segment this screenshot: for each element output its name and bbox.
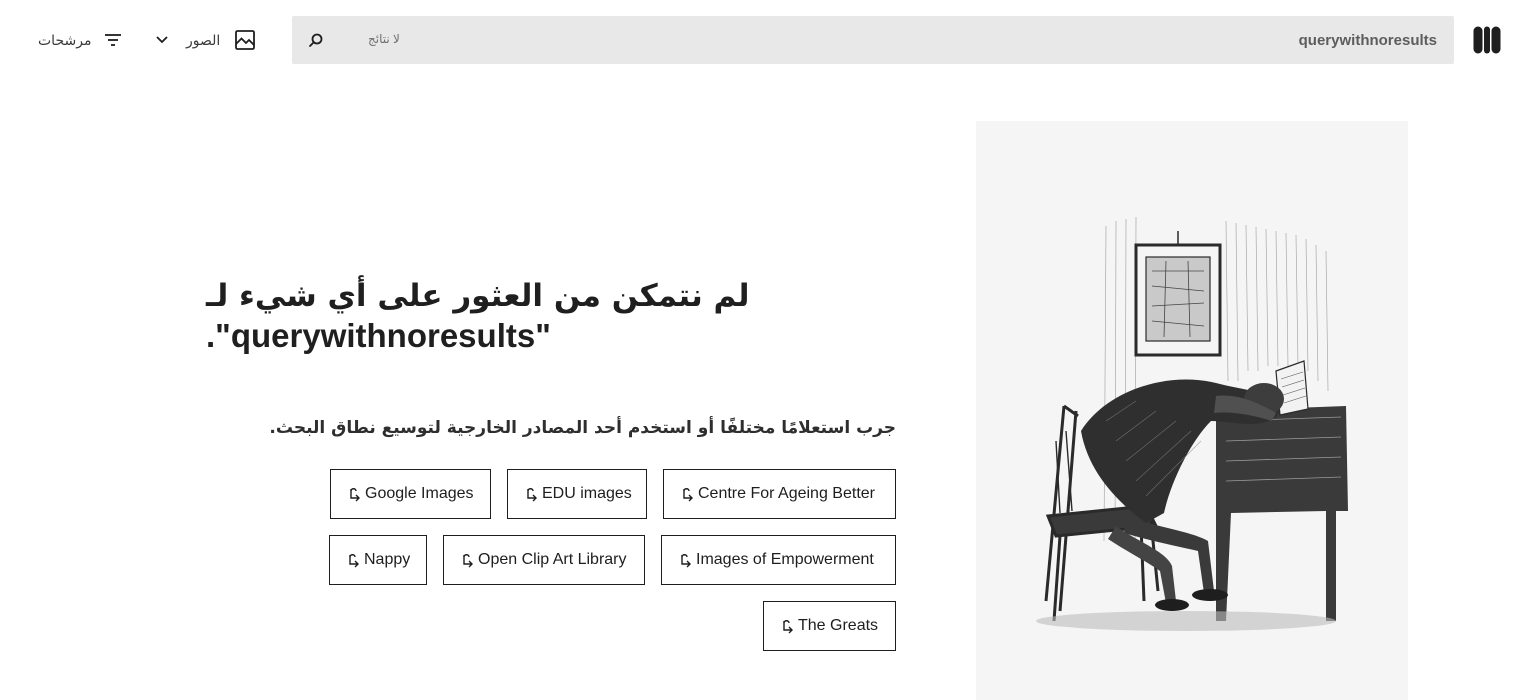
source-button-label: Images of Empowerment	[696, 551, 874, 568]
external-link-icon	[681, 554, 691, 568]
no-results-illustration	[976, 121, 1408, 700]
external-link-icon	[463, 554, 473, 568]
no-results-heading: لم نتمكن من العثور على أي شيء لـ "queryw…	[206, 276, 766, 356]
external-link-icon	[350, 488, 360, 502]
source-button-label: EDU images	[542, 485, 632, 502]
filters-button[interactable]: مرشحات	[38, 28, 123, 52]
external-link-icon	[527, 488, 537, 502]
source-button-edu-images[interactable]: EDU images	[507, 469, 647, 519]
filter-icon	[105, 34, 122, 46]
search-icon[interactable]	[306, 30, 326, 50]
chevron-down-icon	[156, 36, 168, 44]
no-results-query: "querywithnoresults".	[206, 317, 551, 354]
image-icon	[235, 30, 256, 50]
filters-label: مرشحات	[38, 31, 92, 48]
source-button-label: Nappy	[364, 551, 411, 568]
search-input[interactable]: querywithnoresults	[1299, 32, 1437, 49]
source-button-centre-for-ageing-better[interactable]: Centre For Ageing Better	[663, 469, 896, 519]
source-button-label: Google Images	[365, 485, 474, 502]
search-bar[interactable]: querywithnoresults لا نتائج	[292, 16, 1454, 64]
page: querywithnoresults لا نتائج الصور مرشحات…	[0, 0, 1536, 700]
logo-icon[interactable]	[1473, 26, 1501, 54]
external-link-icon	[683, 488, 693, 502]
content-type-select[interactable]: الصور	[152, 28, 256, 52]
source-button-label: Centre For Ageing Better	[698, 485, 875, 502]
content-type-label: الصور	[186, 31, 221, 48]
source-button-label: Open Clip Art Library	[478, 551, 627, 568]
external-link-icon	[783, 620, 793, 634]
no-results-heading-text: لم نتمكن من العثور على أي شيء لـ	[206, 278, 750, 314]
source-button-google-images[interactable]: Google Images	[330, 469, 491, 519]
source-button-the-greats[interactable]: The Greats	[763, 601, 896, 651]
source-button-label: The Greats	[798, 617, 879, 634]
external-link-icon	[349, 554, 359, 568]
source-button-open-clip-art-library[interactable]: Open Clip Art Library	[443, 535, 645, 585]
no-results-suggestion: جرب استعلامًا مختلفًا أو استخدم أحد المص…	[269, 418, 896, 438]
source-button-images-of-empowerment[interactable]: Images of Empowerment	[661, 535, 896, 585]
source-button-nappy[interactable]: Nappy	[329, 535, 427, 585]
search-status-text: لا نتائج	[368, 32, 400, 46]
